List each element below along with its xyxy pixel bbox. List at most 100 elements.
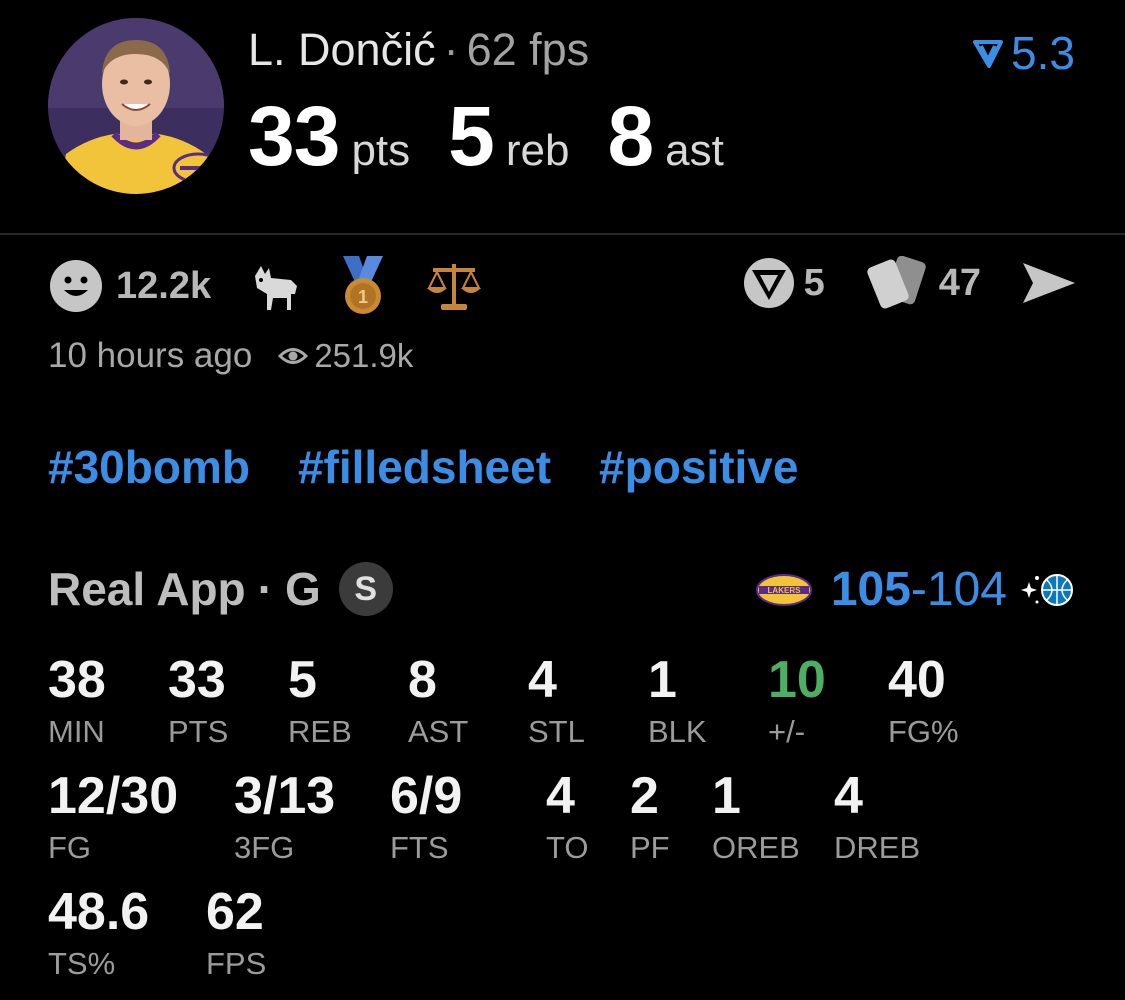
stat-value: 4: [834, 767, 863, 825]
stat-value: 48.6: [48, 883, 150, 941]
stat-pts: 33 PTS: [168, 654, 228, 747]
lakers-logo-icon: LAKERS: [755, 573, 812, 606]
stat-label: PTS: [168, 714, 229, 749]
score-dash: -: [910, 563, 927, 616]
magic-logo-icon: [1021, 573, 1073, 606]
share-send-icon[interactable]: [1021, 259, 1077, 307]
stat-plus-minus: 10 +/-: [768, 654, 826, 747]
medal-icon[interactable]: 1: [337, 256, 389, 316]
stat-value: 4: [546, 767, 575, 825]
reactions-bar: 12.2k 1: [48, 256, 483, 316]
rating-badge[interactable]: 5.3: [973, 26, 1075, 80]
player-position: G: [284, 563, 321, 615]
stat-pf: 2 PF: [630, 770, 670, 863]
stat-stl: 4 STL: [528, 654, 585, 747]
source-name[interactable]: Real App: [48, 562, 246, 616]
stat-label: FG: [48, 830, 92, 865]
stat-value: 8: [408, 651, 437, 709]
stat-fg-pct: 40 FG%: [888, 654, 959, 747]
stat-value: 38: [48, 651, 106, 709]
stat-label: STL: [528, 714, 585, 749]
stat-label: MIN: [48, 714, 105, 749]
stat-dreb: 4 DREB: [834, 770, 920, 863]
score-away: 104: [926, 563, 1007, 616]
headline-assists-unit: ast: [665, 126, 724, 175]
stat-label: OREB: [712, 830, 800, 865]
predictions-icon[interactable]: [742, 256, 796, 310]
post-actions: 5 47: [742, 256, 1077, 310]
score-home: 105: [830, 563, 911, 616]
stat-oreb: 1 OREB: [712, 770, 800, 863]
stat-value: 10: [768, 651, 826, 709]
stat-label: FTS: [390, 830, 449, 865]
time-ago: 10 hours ago: [48, 336, 253, 375]
headline-rebounds-unit: reb: [505, 126, 570, 175]
stat-value: 1: [648, 651, 677, 709]
stat-blk: 1 BLK: [648, 654, 707, 747]
stat-value: 3/13: [234, 767, 336, 825]
hashtags: #30bomb #filledsheet #positive: [48, 440, 798, 494]
stat-label: FPS: [206, 946, 267, 981]
stat-value: 12/30: [48, 767, 179, 825]
player-avatar[interactable]: [48, 18, 224, 194]
post-meta: 10 hours ago 251.9k: [48, 336, 413, 376]
hashtag-30bomb[interactable]: #30bomb: [48, 440, 250, 494]
fps-text: 62 fps: [466, 24, 590, 75]
stat-value: 1: [712, 767, 741, 825]
player-headshot-image: [48, 18, 224, 194]
stat-label: +/-: [768, 714, 806, 749]
stat-fg: 12/30 FG: [48, 770, 178, 863]
stat-value: 40: [888, 651, 946, 709]
cards-icon[interactable]: [867, 256, 931, 310]
headline-rebounds-value: 5: [448, 89, 495, 183]
svg-text:LAKERS: LAKERS: [767, 586, 801, 595]
scales-icon[interactable]: [425, 258, 483, 314]
stat-value: 2: [630, 767, 659, 825]
headline-points-value: 33: [248, 89, 340, 183]
rating-icon: [973, 40, 1004, 68]
stat-label: TS%: [48, 946, 116, 981]
stat-reb: 5 REB: [288, 654, 352, 747]
source-separator: ·: [257, 563, 273, 615]
hashtag-filledsheet[interactable]: #filledsheet: [298, 440, 551, 494]
stat-value: 33: [168, 651, 226, 709]
cards-count: 47: [938, 261, 981, 304]
starter-badge: S: [338, 562, 393, 616]
stat-value: 62: [206, 883, 264, 941]
header-divider: [0, 233, 1125, 235]
views: 251.9k: [278, 337, 413, 375]
smile-count: 12.2k: [116, 264, 212, 307]
eye-icon: [278, 348, 309, 364]
headline-stats: 33 pts 5 reb 8 ast: [248, 88, 762, 185]
stat-min: 38 MIN: [48, 654, 106, 747]
separator-dot: ·: [443, 24, 459, 75]
stat-fts: 6/9 FTS: [390, 770, 462, 863]
stat-to: 4 TO: [546, 770, 589, 863]
stat-fps: 62 FPS: [206, 886, 266, 979]
stat-label: FG%: [888, 714, 959, 749]
stat-ts-pct: 48.6 TS%: [48, 886, 149, 979]
rating-value: 5.3: [1011, 27, 1075, 79]
stat-value: 4: [528, 651, 557, 709]
smile-icon[interactable]: [48, 258, 104, 314]
svg-text:1: 1: [358, 287, 368, 307]
stat-label: AST: [408, 714, 469, 749]
game-score[interactable]: LAKERS 105-104: [755, 562, 1077, 617]
goat-icon[interactable]: [247, 258, 303, 314]
game-source: Real App · G S: [48, 562, 393, 616]
hashtag-positive[interactable]: #positive: [599, 440, 798, 494]
stat-label: 3FG: [234, 830, 295, 865]
views-count: 251.9k: [314, 337, 414, 374]
stat-label: BLK: [648, 714, 707, 749]
player-name[interactable]: L. Dončić: [248, 24, 436, 75]
stat-ast: 8 AST: [408, 654, 468, 747]
stat-label: REB: [288, 714, 352, 749]
stat-label: TO: [546, 830, 589, 865]
player-post-card: L. Dončić · 62 fps 5.3 33 pts 5 reb 8 ast 12.…: [0, 0, 1125, 1000]
headline-assists-value: 8: [607, 89, 654, 183]
predictions-count: 5: [803, 261, 825, 304]
stat-label: DREB: [834, 830, 921, 865]
game-score-text: 105-104: [831, 562, 1007, 617]
stat-value: 6/9: [390, 767, 463, 825]
stat-label: PF: [630, 830, 670, 865]
